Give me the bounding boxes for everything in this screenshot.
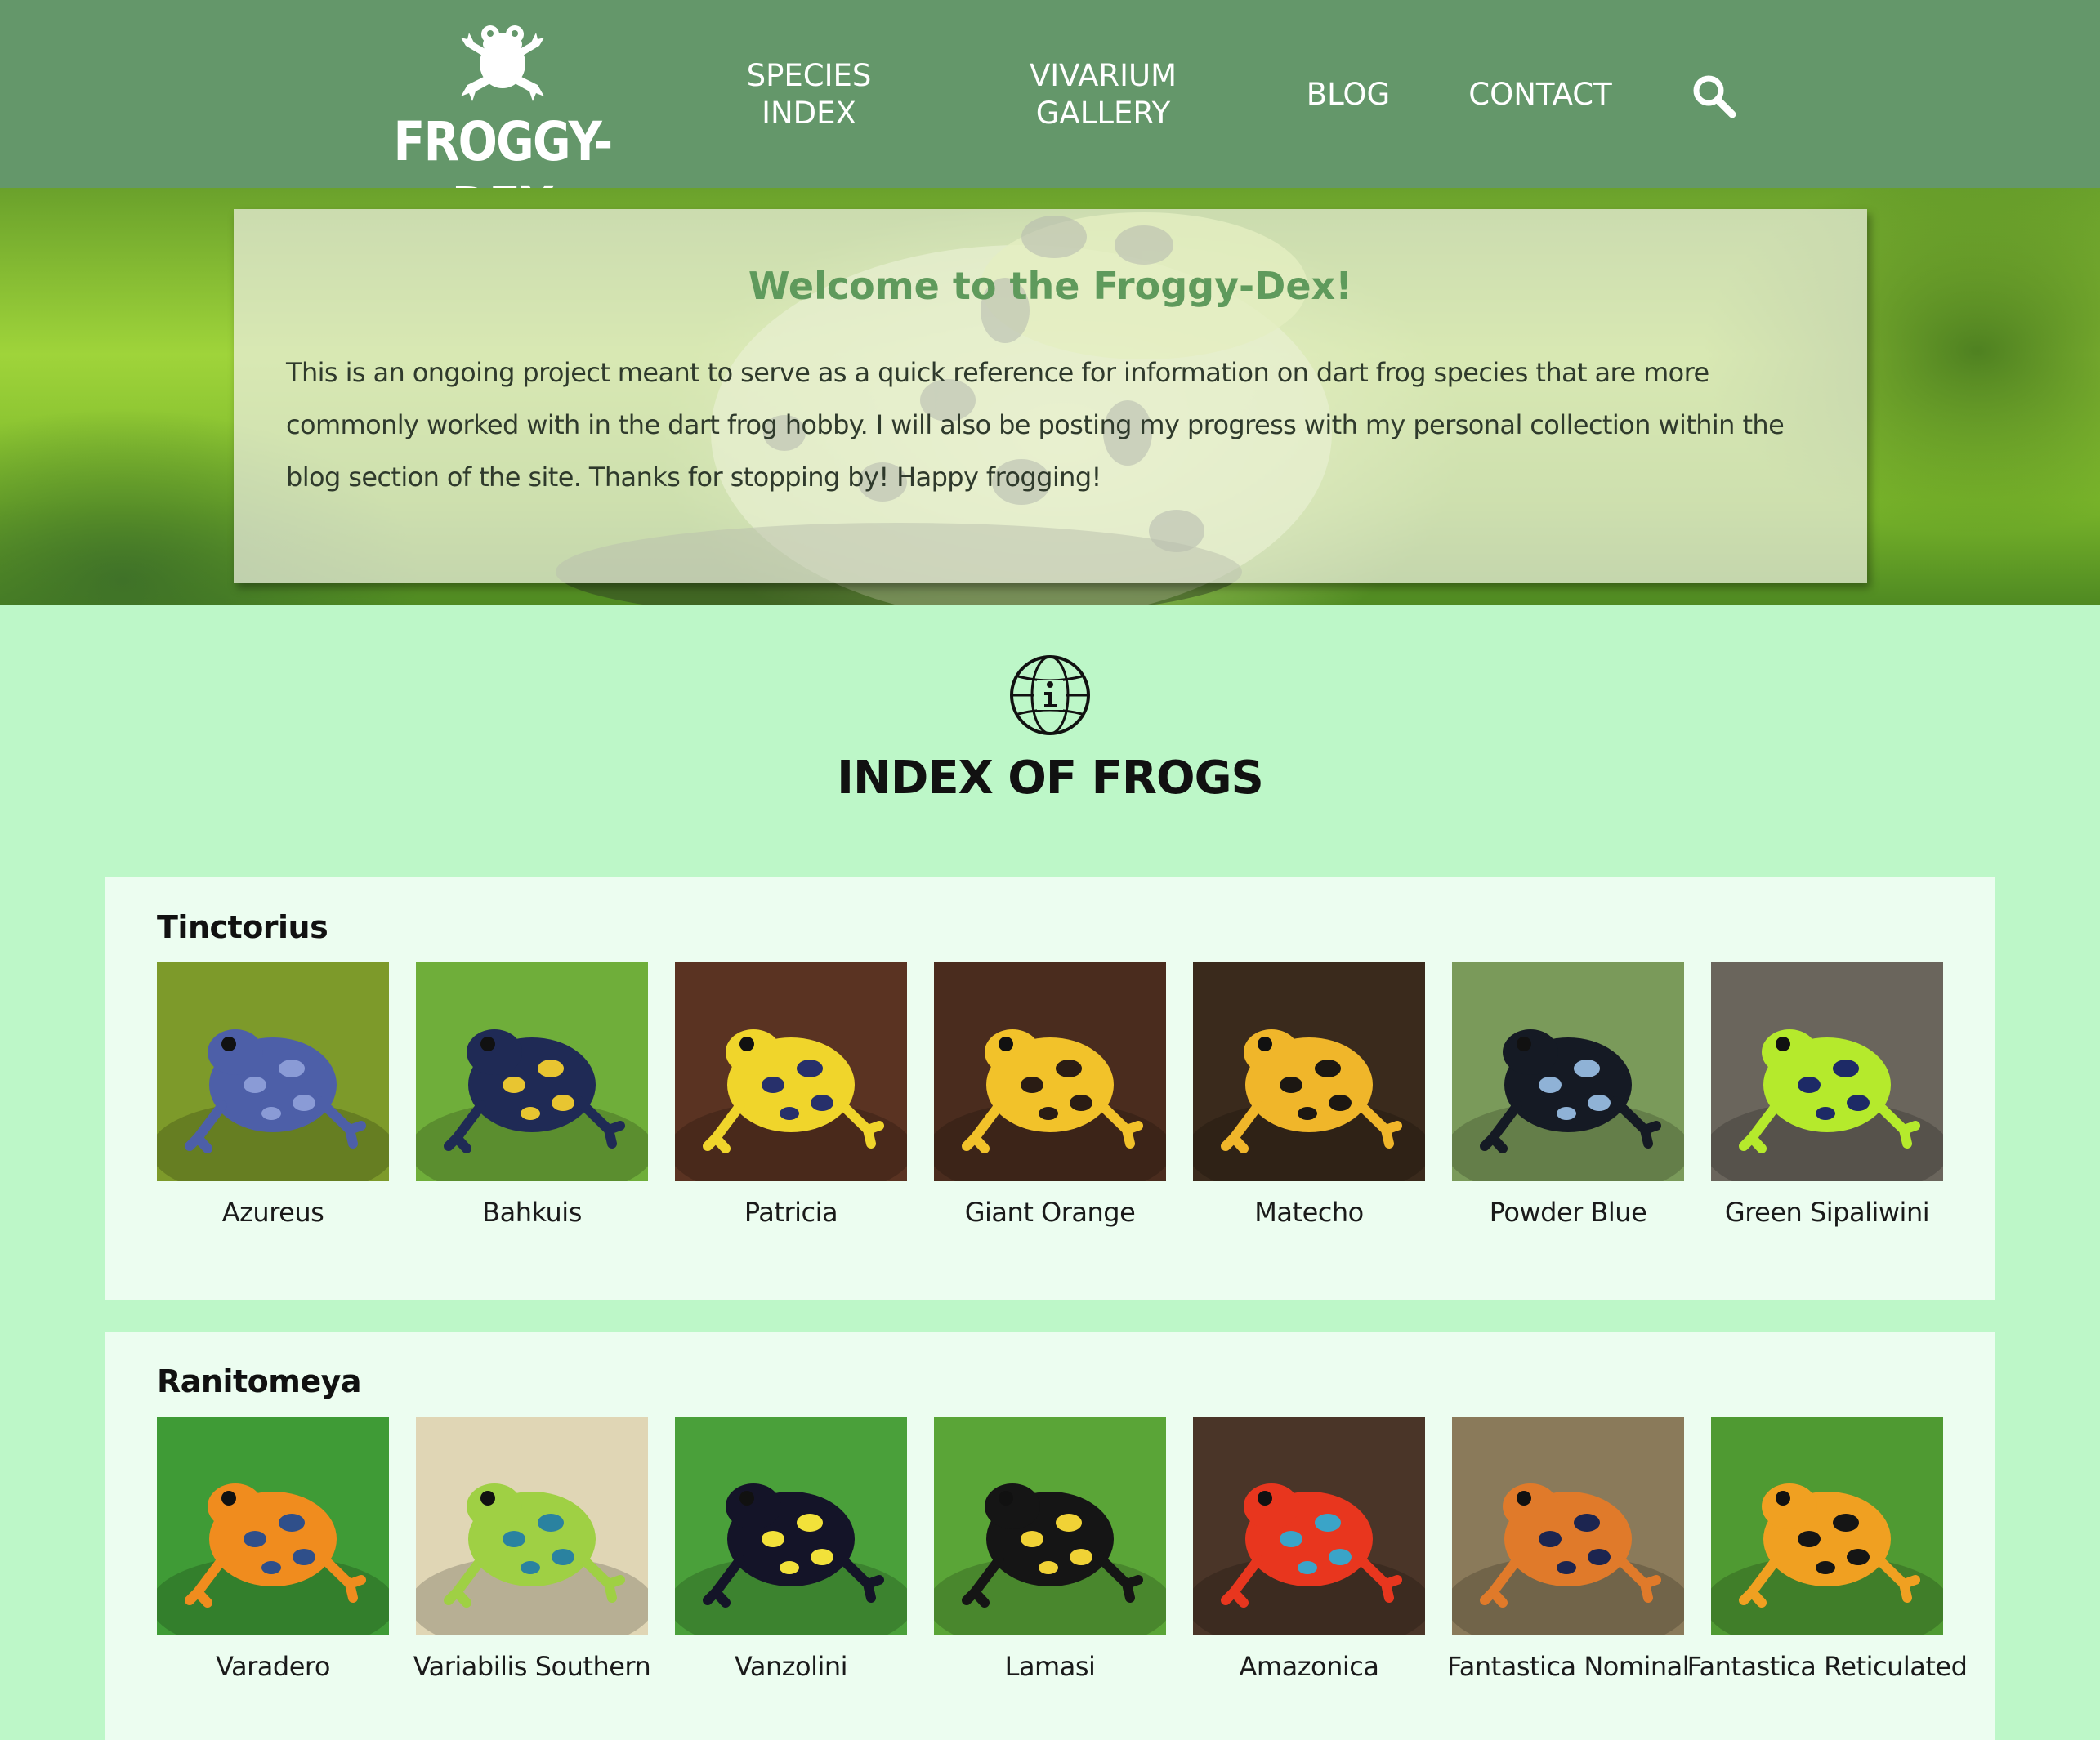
frog-name[interactable]: Bahkuis bbox=[391, 1196, 672, 1229]
welcome-title: Welcome to the Froggy-Dex! bbox=[748, 264, 1353, 308]
site-logo[interactable]: FROGGY-DEX bbox=[360, 11, 646, 239]
frog-photo[interactable] bbox=[416, 1417, 648, 1635]
group-panel-ranitomeya: Ranitomeya Varadero Variabilis Southern Va… bbox=[105, 1332, 1995, 1740]
hero-banner: Welcome to the Froggy-Dex! This is an on… bbox=[0, 188, 2100, 605]
welcome-card: Welcome to the Froggy-Dex! This is an on… bbox=[234, 209, 1867, 583]
frog-name[interactable]: Variabilis Southern bbox=[391, 1650, 672, 1683]
top-navbar: FROGGY-DEX SPECIES INDEX VIVARIUM GALLER… bbox=[0, 0, 2100, 239]
frog-photo[interactable] bbox=[934, 962, 1166, 1181]
frog-photo[interactable] bbox=[1452, 1417, 1684, 1635]
group-title: Ranitomeya bbox=[157, 1363, 362, 1399]
nav-species-index[interactable]: SPECIES INDEX bbox=[719, 57, 899, 132]
search-icon[interactable] bbox=[1690, 72, 1737, 119]
frog-photo[interactable] bbox=[157, 962, 389, 1181]
frog-photo[interactable] bbox=[1711, 962, 1943, 1181]
frog-photo[interactable] bbox=[675, 962, 907, 1181]
frog-photo[interactable] bbox=[1452, 962, 1684, 1181]
group-panel-tinctorius: Tinctorius Azureus Bahkuis Patricia Giant O… bbox=[105, 877, 1995, 1300]
nav-contact[interactable]: CONTACT bbox=[1454, 76, 1626, 114]
nav-blog[interactable]: BLOG bbox=[1291, 76, 1405, 114]
nav-vivarium-gallery[interactable]: VIVARIUM GALLERY bbox=[1005, 57, 1201, 132]
frog-photo[interactable] bbox=[1193, 962, 1425, 1181]
frog-photo[interactable] bbox=[675, 1417, 907, 1635]
frog-photo[interactable] bbox=[934, 1417, 1166, 1635]
frog-name[interactable]: Green Sipaliwini bbox=[1687, 1196, 1968, 1229]
frog-name[interactable]: Fantastica Nominal bbox=[1428, 1650, 1709, 1683]
frog-name[interactable]: Powder Blue bbox=[1428, 1196, 1709, 1229]
frog-photo[interactable] bbox=[1193, 1417, 1425, 1635]
welcome-text: This is an ongoing project meant to serv… bbox=[286, 357, 1785, 493]
frog-name[interactable]: Lamasi bbox=[909, 1650, 1191, 1683]
frog-name[interactable]: Varadero bbox=[132, 1650, 413, 1683]
globe-info-icon bbox=[1010, 655, 1090, 735]
group-title: Tinctorius bbox=[157, 909, 328, 945]
frog-name[interactable]: Amazonica bbox=[1168, 1650, 1450, 1683]
frog-name[interactable]: Fantastica Reticulated bbox=[1687, 1650, 1968, 1683]
frog-name[interactable]: Giant Orange bbox=[909, 1196, 1191, 1229]
frog-photo[interactable] bbox=[157, 1417, 389, 1635]
index-title: INDEX OF FROGS bbox=[837, 752, 1264, 805]
frog-name[interactable]: Azureus bbox=[132, 1196, 413, 1229]
frog-logo-icon bbox=[461, 25, 544, 101]
frog-photo[interactable] bbox=[416, 962, 648, 1181]
frog-name[interactable]: Matecho bbox=[1168, 1196, 1450, 1229]
frog-name[interactable]: Vanzolini bbox=[650, 1650, 932, 1683]
frog-photo[interactable] bbox=[1711, 1417, 1943, 1635]
frog-name[interactable]: Patricia bbox=[650, 1196, 932, 1229]
